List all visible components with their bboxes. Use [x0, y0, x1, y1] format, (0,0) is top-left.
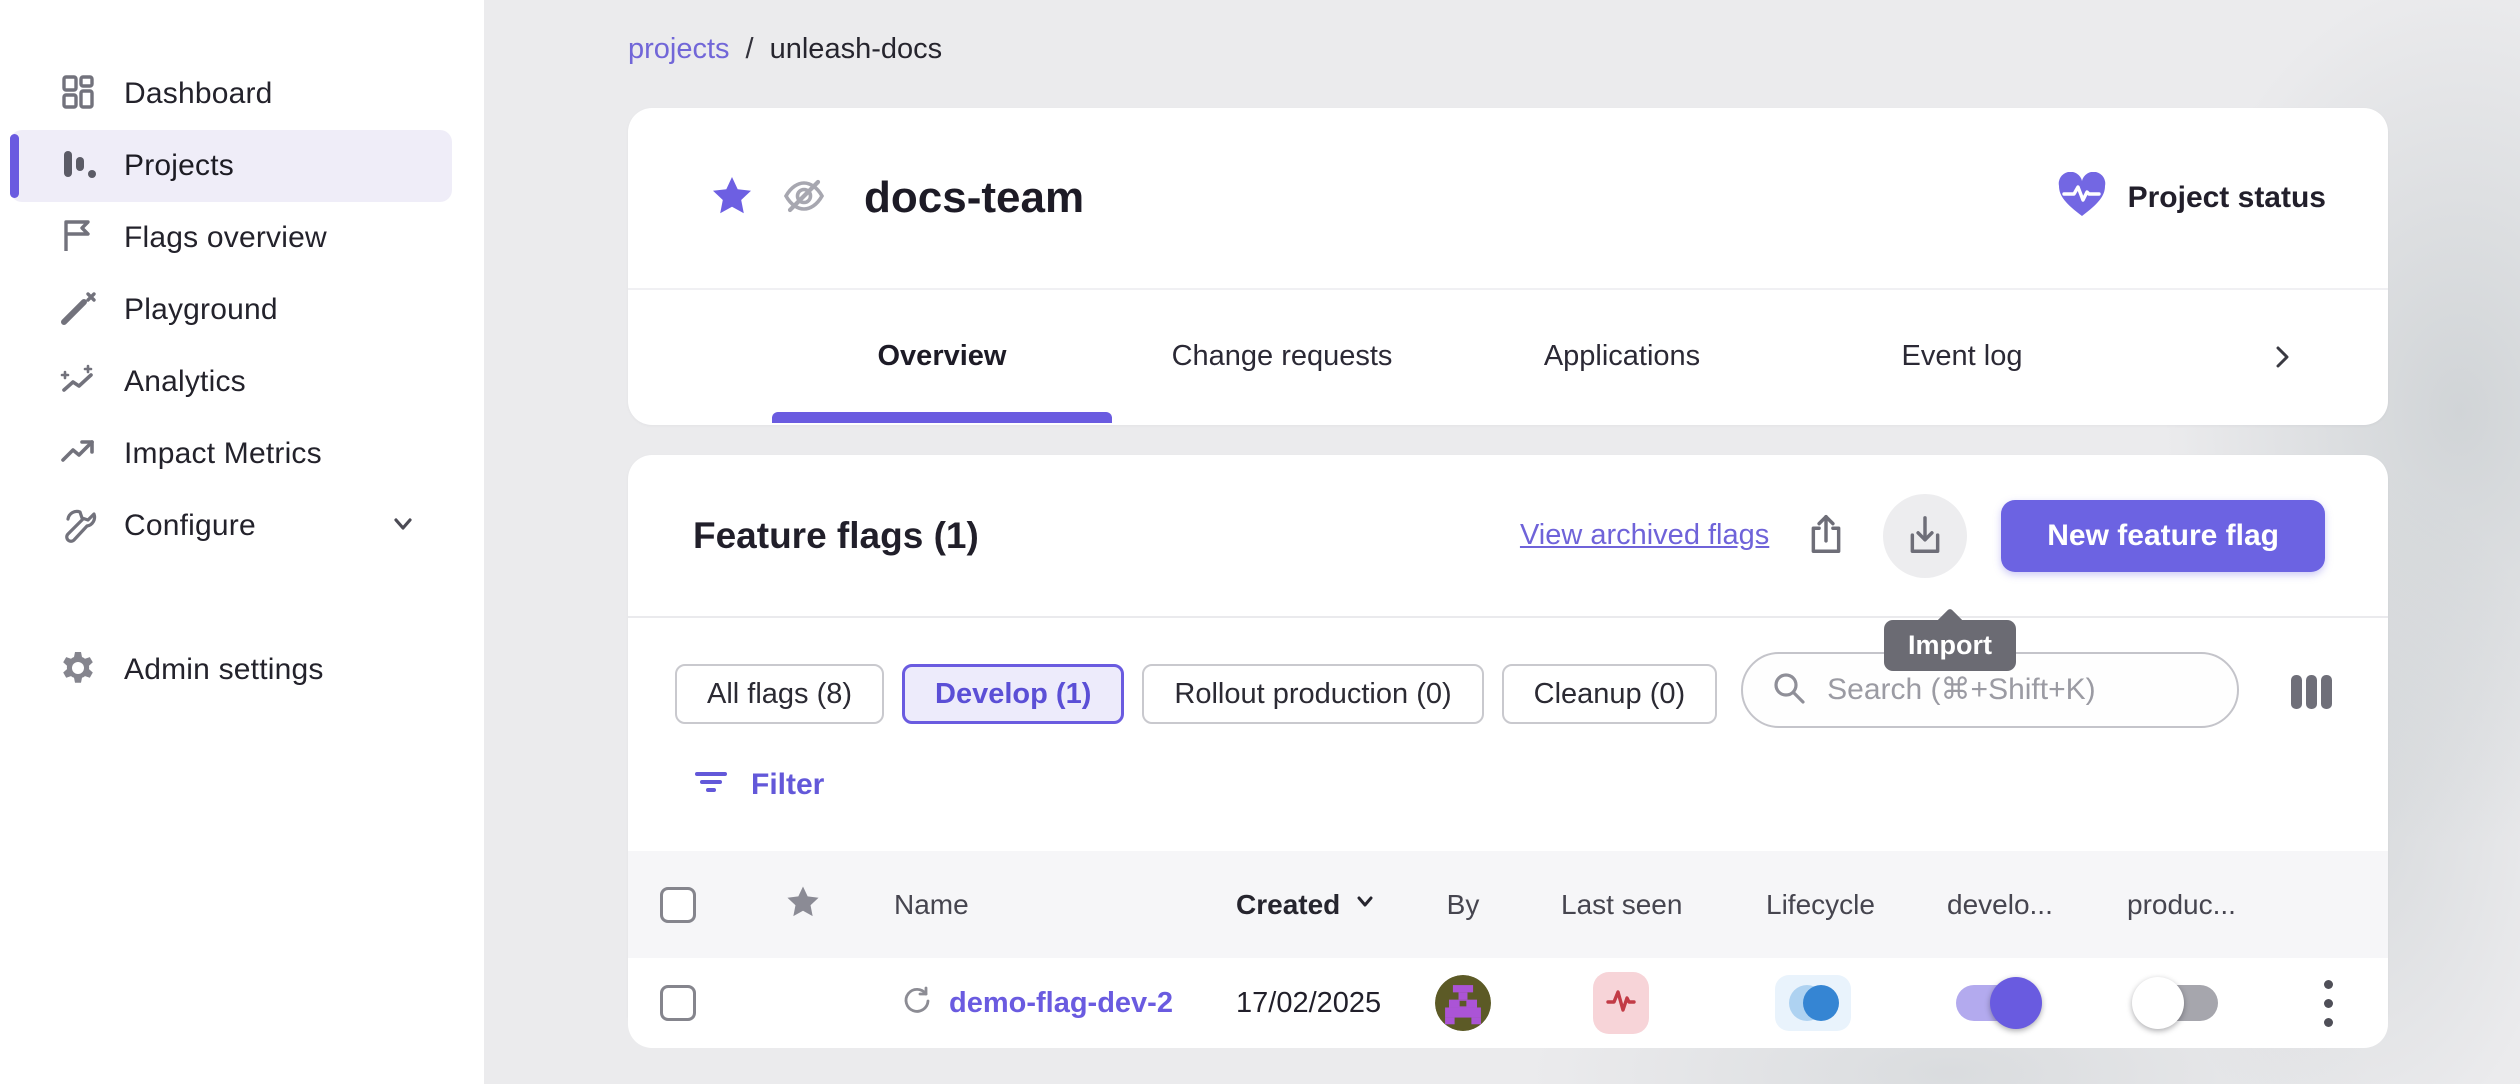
star-column-icon[interactable]	[785, 884, 821, 925]
project-status-button[interactable]: Project status	[2056, 172, 2326, 225]
main-content: projects / unleash-docs	[484, 0, 2520, 1084]
column-header-by[interactable]: By	[1408, 889, 1518, 921]
breadcrumb-separator: /	[746, 33, 754, 66]
pulse-icon	[1604, 986, 1638, 1021]
sidebar-item-label: Dashboard	[124, 77, 273, 111]
chevron-right-icon[interactable]	[2266, 341, 2298, 373]
export-icon	[1803, 511, 1849, 560]
filter-chip-develop[interactable]: Develop (1)	[902, 664, 1124, 724]
columns-icon[interactable]	[2283, 664, 2339, 725]
sort-chevron-down-icon	[1352, 888, 1378, 921]
column-header-created[interactable]: Created	[1208, 888, 1408, 921]
favorite-star-icon[interactable]	[710, 174, 754, 223]
breadcrumb-projects-link[interactable]: projects	[628, 33, 730, 66]
avatar[interactable]	[1435, 975, 1491, 1031]
filter-chip-all-flags[interactable]: All flags (8)	[675, 664, 884, 724]
column-header-develop[interactable]: develo...	[1903, 889, 2088, 921]
column-header-name[interactable]: Name	[878, 889, 1208, 921]
lifecycle-badge[interactable]	[1775, 975, 1851, 1031]
sidebar-item-playground[interactable]: Playground	[10, 274, 452, 346]
flag-icon	[58, 216, 98, 261]
flag-name-link[interactable]: demo-flag-dev-2	[949, 987, 1173, 1020]
row-actions-menu[interactable]	[2318, 974, 2339, 1033]
import-icon	[1902, 511, 1948, 560]
screen: Dashboard Projects Flags overview	[0, 0, 2520, 1084]
breadcrumb: projects / unleash-docs	[628, 33, 942, 66]
lifecycle-stage-dot-solid	[1803, 985, 1839, 1021]
sidebar-item-flags-overview[interactable]: Flags overview	[10, 202, 452, 274]
last-seen-badge[interactable]	[1593, 972, 1649, 1034]
sidebar-item-admin-settings[interactable]: Admin settings	[10, 634, 452, 706]
import-button[interactable]	[1883, 494, 1967, 578]
breadcrumb-current: unleash-docs	[770, 33, 943, 66]
sidebar-item-dashboard[interactable]: Dashboard	[10, 58, 452, 130]
sidebar-item-label: Configure	[124, 509, 256, 543]
search-input[interactable]	[1827, 673, 2213, 707]
project-card: docs-team Project status Overview Change…	[628, 108, 2388, 425]
new-feature-flag-button[interactable]: New feature flag	[2001, 500, 2325, 572]
column-header-created-label: Created	[1236, 889, 1340, 921]
analytics-icon	[58, 360, 98, 405]
eye-off-icon[interactable]	[780, 172, 828, 225]
dashboard-icon	[58, 72, 98, 117]
sidebar-item-impact-metrics[interactable]: Impact Metrics	[10, 418, 452, 490]
active-indicator	[10, 134, 19, 198]
column-header-last-seen[interactable]: Last seen	[1518, 889, 1723, 921]
wrench-icon	[58, 504, 98, 549]
sidebar-item-configure[interactable]: Configure	[10, 490, 452, 562]
feature-flags-title: Feature flags (1)	[693, 515, 979, 557]
bar-chart-icon	[58, 144, 98, 189]
feature-flags-header: Feature flags (1) View archived flags	[628, 455, 2388, 618]
sidebar-item-label: Analytics	[124, 365, 246, 399]
sidebar-item-analytics[interactable]: Analytics	[10, 346, 452, 418]
project-status-label: Project status	[2128, 181, 2326, 215]
column-header-lifecycle[interactable]: Lifecycle	[1723, 889, 1903, 921]
table-header-row: Name Created By Last seen Lifecycle deve…	[628, 851, 2388, 958]
sidebar-item-label: Flags overview	[124, 221, 327, 255]
flags-toolbar: All flags (8) Develop (1) Rollout produc…	[628, 618, 2388, 728]
filter-chip-cleanup[interactable]: Cleanup (0)	[1502, 664, 1718, 724]
sidebar-item-label: Admin settings	[124, 653, 324, 687]
chevron-down-icon	[388, 509, 418, 544]
select-all-checkbox[interactable]	[660, 887, 696, 923]
trending-up-icon	[58, 432, 98, 477]
sidebar-item-projects[interactable]: Projects	[10, 130, 452, 202]
wand-icon	[58, 288, 98, 333]
production-toggle[interactable]	[2138, 985, 2218, 1021]
project-title: docs-team	[864, 173, 1084, 223]
import-tooltip: Import	[1884, 620, 2016, 671]
filter-button-label: Filter	[751, 768, 824, 802]
project-header: docs-team Project status	[628, 108, 2388, 290]
table-row: demo-flag-dev-2 17/02/2025	[628, 958, 2388, 1048]
view-archived-flags-link[interactable]: View archived flags	[1520, 519, 1769, 552]
project-tabs: Overview Change requests Applications Ev…	[628, 290, 2388, 423]
tab-event-log[interactable]: Event log	[1792, 340, 2132, 373]
filter-button[interactable]: Filter	[628, 728, 848, 803]
row-checkbox[interactable]	[660, 985, 696, 1021]
heart-pulse-icon	[2056, 172, 2108, 225]
sidebar: Dashboard Projects Flags overview	[0, 0, 484, 1084]
tab-overview[interactable]: Overview	[772, 340, 1112, 373]
feature-flags-card: Feature flags (1) View archived flags	[628, 455, 2388, 1035]
search-icon	[1769, 668, 1809, 713]
export-button[interactable]	[1803, 511, 1849, 560]
flag-created-date: 17/02/2025	[1208, 987, 1408, 1020]
funnel-icon	[693, 766, 729, 803]
sidebar-item-label: Impact Metrics	[124, 437, 322, 471]
sidebar-item-label: Projects	[124, 149, 234, 183]
filter-chip-rollout-production[interactable]: Rollout production (0)	[1142, 664, 1483, 724]
tab-change-requests[interactable]: Change requests	[1112, 340, 1452, 373]
tab-applications[interactable]: Applications	[1452, 340, 1792, 373]
gear-icon	[58, 648, 98, 693]
active-tab-underline	[772, 412, 1112, 423]
column-header-production[interactable]: produc...	[2088, 889, 2268, 921]
sidebar-item-label: Playground	[124, 293, 278, 327]
flags-table: Name Created By Last seen Lifecycle deve…	[628, 851, 2388, 1048]
sync-icon	[901, 985, 933, 1022]
develop-toggle[interactable]	[1956, 985, 2036, 1021]
